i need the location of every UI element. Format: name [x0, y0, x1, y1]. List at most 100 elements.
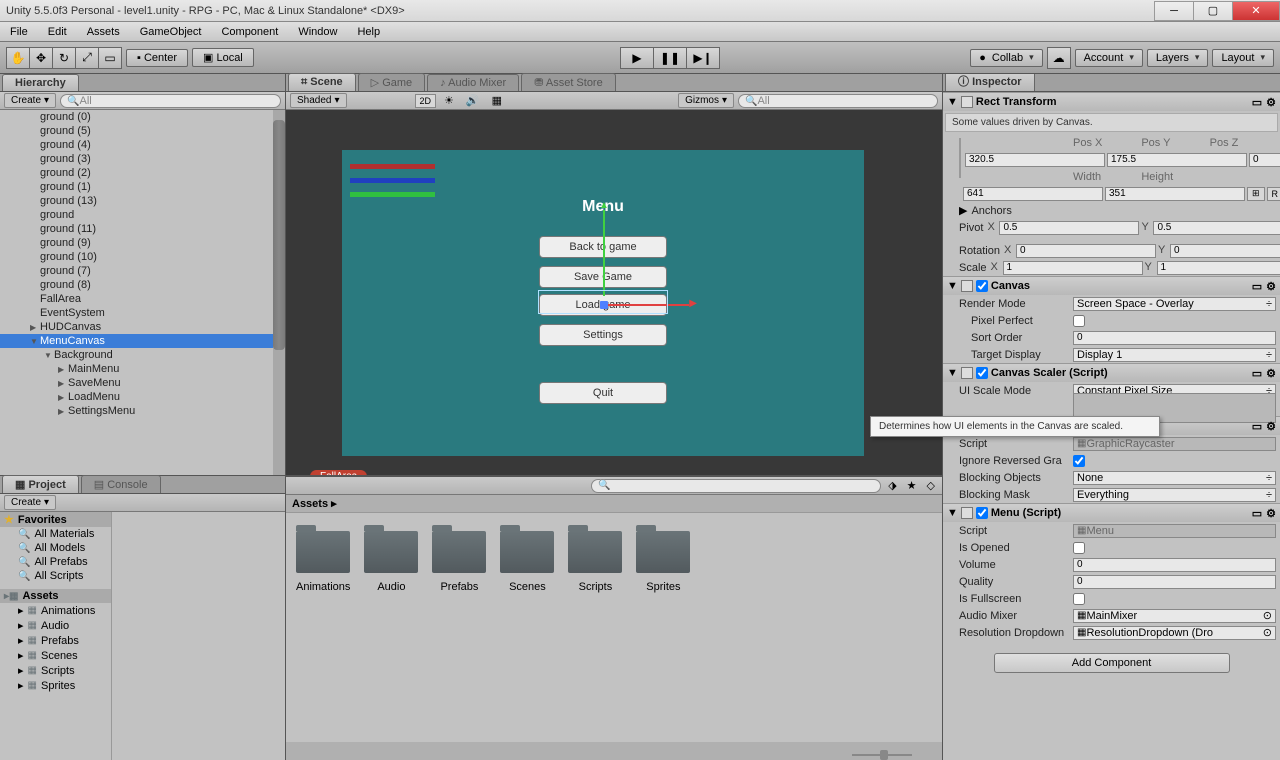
hierarchy-item[interactable]: ▶SettingsMenu [0, 404, 285, 418]
gizmo-y-axis[interactable] [603, 210, 605, 296]
pos-x-field[interactable] [965, 153, 1105, 167]
shading-mode-dropdown[interactable]: Shaded [290, 93, 347, 108]
menu-gameobject[interactable]: GameObject [130, 24, 212, 40]
folder-item[interactable]: Animations [296, 531, 350, 724]
move-tool-icon[interactable]: ✥ [29, 47, 53, 69]
hierarchy-item[interactable]: ground (9) [0, 236, 285, 250]
sort-order-field[interactable] [1073, 331, 1276, 345]
hierarchy-item[interactable]: ground (7) [0, 264, 285, 278]
settings-button[interactable]: Settings [539, 324, 667, 346]
hierarchy-item[interactable]: ground (11) [0, 222, 285, 236]
hierarchy-item[interactable]: ground (2) [0, 166, 285, 180]
project-search-input[interactable]: 🔍 [591, 479, 881, 493]
scale-y-field[interactable] [1157, 261, 1280, 275]
maximize-button[interactable]: ▢ [1193, 1, 1233, 21]
audio-mixer-field[interactable]: ▦ MainMixer⊙ [1073, 609, 1276, 623]
fullscreen-checkbox[interactable] [1073, 593, 1085, 605]
hierarchy-item[interactable]: FallArea [0, 292, 285, 306]
folder-item[interactable]: Scripts [568, 531, 622, 724]
hierarchy-search-input[interactable]: 🔍All [60, 94, 281, 108]
menu-assets[interactable]: Assets [77, 24, 130, 40]
favorite-item[interactable]: 🔍All Prefabs [0, 555, 111, 569]
account-dropdown[interactable]: Account [1075, 49, 1143, 67]
is-opened-checkbox[interactable] [1073, 542, 1085, 554]
tab-scene[interactable]: ⌗ Scene [288, 73, 356, 91]
tab-asset-store[interactable]: ⛃ Asset Store [521, 73, 616, 91]
hierarchy-item[interactable]: ground (4) [0, 138, 285, 152]
pause-button[interactable]: ❚❚ [653, 47, 687, 69]
asset-tree-item[interactable]: ▸▦Prefabs [0, 633, 111, 648]
hierarchy-item[interactable]: ground (3) [0, 152, 285, 166]
hierarchy-item[interactable]: ▶MainMenu [0, 362, 285, 376]
pos-y-field[interactable] [1107, 153, 1247, 167]
favorite-item[interactable]: 🔍All Materials [0, 527, 111, 541]
hierarchy-item[interactable]: ground (0) [0, 110, 285, 124]
blocking-objects-dropdown[interactable]: None÷ [1073, 471, 1276, 485]
width-field[interactable] [963, 187, 1103, 201]
save-search-icon[interactable]: ◇ [924, 479, 938, 492]
fx-icon[interactable]: ▦ [488, 94, 506, 107]
hierarchy-item[interactable]: ▼MenuCanvas [0, 334, 285, 348]
hierarchy-item[interactable]: ▶LoadMenu [0, 390, 285, 404]
render-mode-dropdown[interactable]: Screen Space - Overlay÷ [1073, 297, 1276, 311]
tab-console[interactable]: ▤ Console [81, 475, 161, 493]
close-button[interactable]: ✕ [1232, 1, 1280, 21]
gear-icon[interactable]: ⚙ [1266, 280, 1276, 293]
blueprint-icon[interactable]: ⊞ [1247, 187, 1265, 201]
icon-size-slider[interactable] [852, 754, 912, 756]
hierarchy-item[interactable]: ▶SaveMenu [0, 376, 285, 390]
menu-component[interactable]: Component [211, 24, 288, 40]
hierarchy-item[interactable]: ▶HUDCanvas [0, 320, 285, 334]
help-icon[interactable]: ▭ [1252, 280, 1262, 293]
canvas-enabled[interactable] [976, 280, 988, 292]
tab-audio-mixer[interactable]: ♪ Audio Mixer [427, 74, 519, 91]
rot-x-field[interactable] [1016, 244, 1156, 258]
gear-icon[interactable]: ⚙ [1266, 507, 1276, 520]
asset-tree-item[interactable]: ▸▦Audio [0, 618, 111, 633]
filter-icon[interactable]: ⬗ [885, 479, 899, 492]
menu-edit[interactable]: Edit [38, 24, 77, 40]
hierarchy-item[interactable]: ground (1) [0, 180, 285, 194]
hierarchy-create-dropdown[interactable]: Create [4, 93, 56, 108]
hierarchy-item[interactable]: EventSystem [0, 306, 285, 320]
favorite-item[interactable]: 🔍All Scripts [0, 569, 111, 583]
menu-file[interactable]: File [0, 24, 38, 40]
add-component-button[interactable]: Add Component [994, 653, 1230, 673]
pos-z-field[interactable] [1249, 153, 1280, 167]
scene-view[interactable]: Menu Back to game Save Game Load game Se… [286, 110, 942, 475]
menu-window[interactable]: Window [288, 24, 347, 40]
raw-edit-button[interactable]: R [1267, 187, 1280, 201]
hierarchy-item[interactable]: ground (5) [0, 124, 285, 138]
scale-tool-icon[interactable]: ⤢ [75, 47, 99, 69]
pivot-y-field[interactable] [1153, 221, 1280, 235]
pivot-x-field[interactable] [999, 221, 1139, 235]
pivot-local-button[interactable]: ▣ Local [192, 48, 254, 67]
favorite-icon[interactable]: ★ [904, 479, 920, 492]
hierarchy-item[interactable]: ground (10) [0, 250, 285, 264]
gear-icon[interactable]: ⚙ [1266, 367, 1276, 380]
rect-tool-icon[interactable]: ▭ [98, 47, 122, 69]
collab-dropdown[interactable]: ● Collab [970, 49, 1042, 67]
asset-tree-item[interactable]: ▸▦Scenes [0, 648, 111, 663]
help-icon[interactable]: ▭ [1252, 367, 1262, 380]
gear-icon[interactable]: ⚙ [1266, 96, 1276, 109]
target-display-dropdown[interactable]: Display 1÷ [1073, 348, 1276, 362]
scale-x-field[interactable] [1003, 261, 1143, 275]
help-icon[interactable]: ▭ [1252, 420, 1262, 433]
hierarchy-item[interactable]: ground (8) [0, 278, 285, 292]
lighting-icon[interactable]: ☀ [440, 94, 458, 107]
layers-dropdown[interactable]: Layers [1147, 49, 1209, 67]
menu-script-enabled[interactable] [976, 507, 988, 519]
resolution-dropdown-field[interactable]: ▦ ResolutionDropdown (Dro⊙ [1073, 626, 1276, 640]
scene-search-input[interactable]: 🔍All [738, 94, 938, 108]
favorite-item[interactable]: 🔍All Models [0, 541, 111, 555]
asset-tree-item[interactable]: ▸▦Scripts [0, 663, 111, 678]
folder-item[interactable]: Audio [364, 531, 418, 724]
hierarchy-scrollbar[interactable] [273, 110, 285, 475]
hierarchy-item[interactable]: ground [0, 208, 285, 222]
assets-header[interactable]: Assets [22, 590, 58, 602]
pixel-perfect-checkbox[interactable] [1073, 315, 1085, 327]
menu-help[interactable]: Help [347, 24, 390, 40]
quit-button[interactable]: Quit [539, 382, 667, 404]
tab-hierarchy[interactable]: Hierarchy [2, 74, 79, 91]
